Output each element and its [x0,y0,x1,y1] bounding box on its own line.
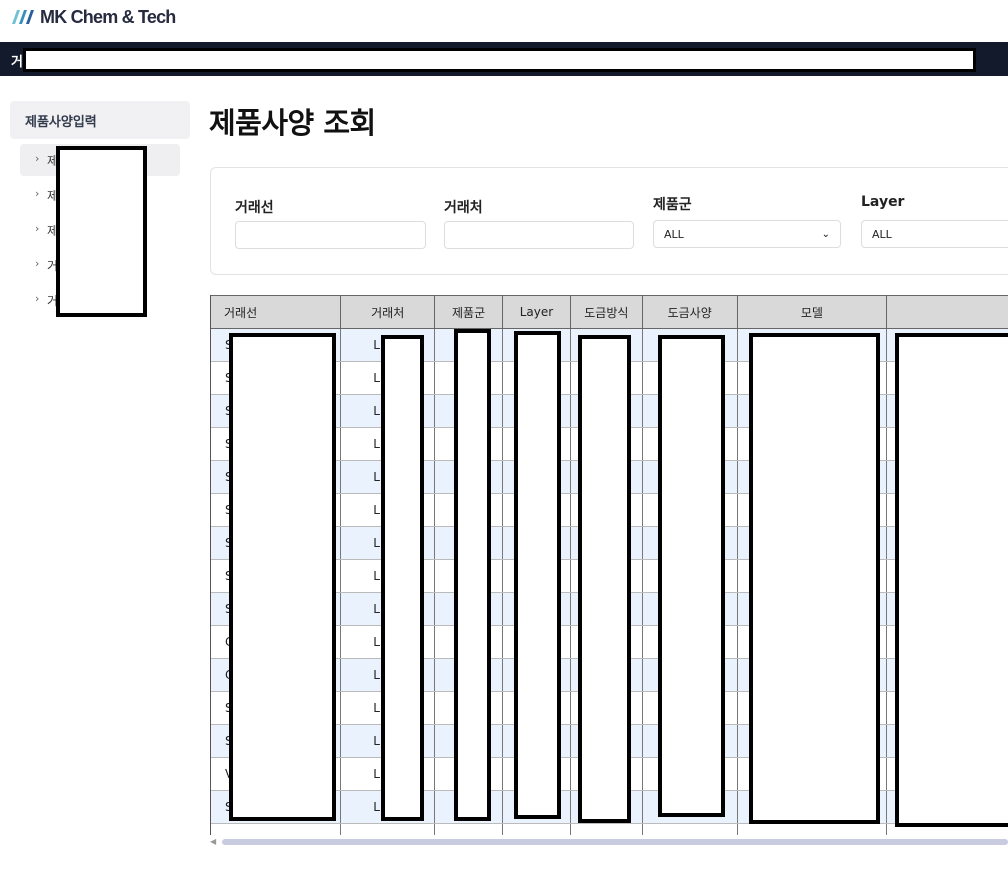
column-header-plating-spec[interactable]: 도금사양 [642,295,738,329]
layer-selected: ALL [872,227,892,241]
redacted-column-plating-method [578,335,631,823]
filter-label-customer-line: 거래선 [235,200,274,216]
scrollbar-thumb[interactable] [222,839,1008,845]
sidebar-header[interactable]: 제품사양입력 [10,101,190,139]
redacted-column-model [749,333,880,824]
column-header-model[interactable]: 모델 [737,295,888,329]
redacted-column-unnamed [895,333,1008,827]
product-group-selected: ALL [664,227,684,241]
nav-item-first[interactable]: 거 [11,51,23,70]
table-header-row: 거래선 거래처 제품군 Layer 도금방식 도금사양 모델 [211,295,1008,329]
search-filter-panel: 거래선 거래처 제품군 ALL ⌄ Layer ALL [210,167,1008,275]
chevron-right-icon: › [35,292,40,305]
table-cell [642,823,738,835]
product-group-select[interactable]: ALL ⌄ [653,220,841,248]
redacted-nav-menu [23,48,976,72]
redacted-column-customer [381,335,424,821]
redacted-column-customer-line [229,333,336,821]
chevron-right-icon: › [35,152,40,165]
chevron-down-icon: ⌄ [821,228,830,240]
logo-slashes-icon [12,10,34,24]
column-header-plating-method[interactable]: 도금방식 [570,295,643,329]
column-header-customer-line[interactable]: 거래선 [211,295,342,329]
table-cell [211,823,342,835]
scroll-left-arrow-icon[interactable]: ◀ [210,837,216,846]
brand-logo[interactable]: MK Chem & Tech [8,6,176,28]
chevron-right-icon: › [35,187,40,200]
redacted-column-product-group [454,329,491,821]
customer-line-input[interactable] [235,221,426,249]
redacted-column-plating-spec [658,335,725,817]
table-cell [737,823,888,835]
filter-label-layer: Layer [861,194,905,210]
chevron-right-icon: › [35,222,40,235]
horizontal-scrollbar[interactable]: ◀ [210,837,1008,846]
filter-label-customer: 거래처 [444,200,483,216]
redacted-sidebar-labels [56,146,147,317]
column-header-layer[interactable]: Layer [502,295,571,329]
table-cell [570,823,643,835]
column-header-unnamed[interactable] [886,295,1008,329]
table-cell [502,823,571,835]
table-row[interactable] [211,823,1008,835]
top-header: MK Chem & Tech [0,0,1008,42]
layer-select[interactable]: ALL [861,220,1008,248]
page-title: 제품사양 조회 [209,106,376,140]
customer-input[interactable] [444,221,634,249]
column-header-customer[interactable]: 거래처 [340,295,436,329]
brand-name: MK Chem & Tech [40,6,176,27]
redacted-column-layer [514,331,561,819]
column-header-product-group[interactable]: 제품군 [434,295,503,329]
table-cell [434,823,503,835]
filter-label-product-group: 제품군 [653,197,692,213]
table-cell [340,823,436,835]
chevron-right-icon: › [35,257,40,270]
